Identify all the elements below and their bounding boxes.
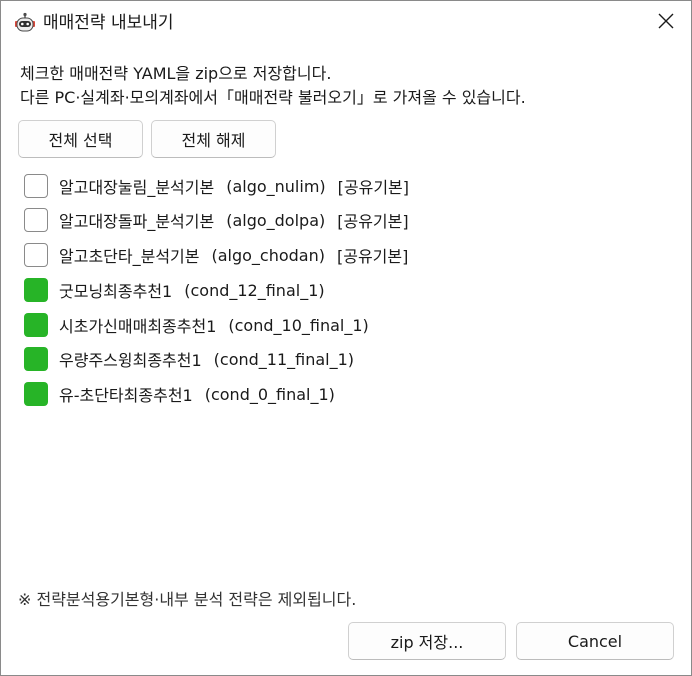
- checkbox[interactable]: [24, 347, 48, 371]
- title-bar: 매매전략 내보내기: [1, 1, 691, 45]
- export-strategies-dialog: 매매전략 내보내기 체크한 매매전략 YAML을 zip으로 저장합니다. 다른…: [0, 0, 692, 676]
- list-item[interactable]: 알고대장눌림_분석기본 (algo_nulim) [공유기본]: [24, 173, 409, 199]
- deselect-all-button[interactable]: 전체 해제: [151, 120, 276, 158]
- robot-icon: [14, 12, 36, 34]
- strategy-code: (cond_0_final_1): [204, 384, 335, 404]
- list-item[interactable]: 우량주스윙최종추천1 (cond_11_final_1): [24, 346, 354, 372]
- strategy-name: 굿모닝최종추천1: [59, 282, 173, 301]
- close-icon: [658, 13, 674, 33]
- checkbox[interactable]: [24, 313, 48, 337]
- checkbox[interactable]: [24, 382, 48, 406]
- description-line-1: 체크한 매매전략 YAML을 zip으로 저장합니다.: [20, 64, 332, 83]
- strategy-code: (cond_11_final_1): [213, 349, 355, 369]
- strategy-name: 우량주스윙최종추천1: [59, 351, 202, 370]
- strategy-name: 알고대장돌파_분석기본: [59, 212, 215, 231]
- strategy-code: (algo_dolpa): [226, 210, 326, 230]
- strategy-tag: [공유기본]: [337, 247, 409, 266]
- strategy-code: (algo_nulim): [226, 176, 326, 196]
- list-item[interactable]: 굿모닝최종추천1 (cond_12_final_1): [24, 277, 325, 303]
- checkbox[interactable]: [24, 208, 48, 232]
- cancel-button[interactable]: Cancel: [516, 622, 674, 660]
- description-line-2: 다른 PC·실계좌·모의계좌에서「매매전략 불러오기」로 가져올 수 있습니다.: [20, 88, 526, 107]
- list-item[interactable]: 알고대장돌파_분석기본 (algo_dolpa) [공유기본]: [24, 207, 409, 233]
- checkbox[interactable]: [24, 243, 48, 267]
- strategy-name: 알고초단타_분석기본: [59, 247, 200, 266]
- checkbox[interactable]: [24, 278, 48, 302]
- checkbox[interactable]: [24, 174, 48, 198]
- strategy-tag: [공유기본]: [337, 212, 409, 231]
- footer-note: ※ 전략분석용기본형·내부 분석 전략은 제외됩니다.: [18, 590, 357, 609]
- window-title: 매매전략 내보내기: [43, 13, 174, 33]
- select-all-button[interactable]: 전체 선택: [18, 120, 143, 158]
- list-item[interactable]: 알고초단타_분석기본 (algo_chodan) [공유기본]: [24, 242, 408, 268]
- strategy-code: (algo_chodan): [211, 245, 325, 265]
- list-item[interactable]: 유-초단타최종추천1 (cond_0_final_1): [24, 381, 335, 407]
- strategy-name: 알고대장눌림_분석기본: [59, 178, 215, 197]
- save-zip-button[interactable]: zip 저장...: [348, 622, 506, 660]
- strategy-code: (cond_10_final_1): [228, 315, 369, 335]
- strategy-name: 시초가신매매최종추천1: [59, 317, 217, 336]
- strategy-name: 유-초단타최종추천1: [59, 386, 193, 405]
- strategy-code: (cond_12_final_1): [184, 280, 325, 300]
- strategy-tag: [공유기본]: [337, 178, 410, 197]
- list-item[interactable]: 시초가신매매최종추천1 (cond_10_final_1): [24, 312, 369, 338]
- close-button[interactable]: [647, 5, 685, 41]
